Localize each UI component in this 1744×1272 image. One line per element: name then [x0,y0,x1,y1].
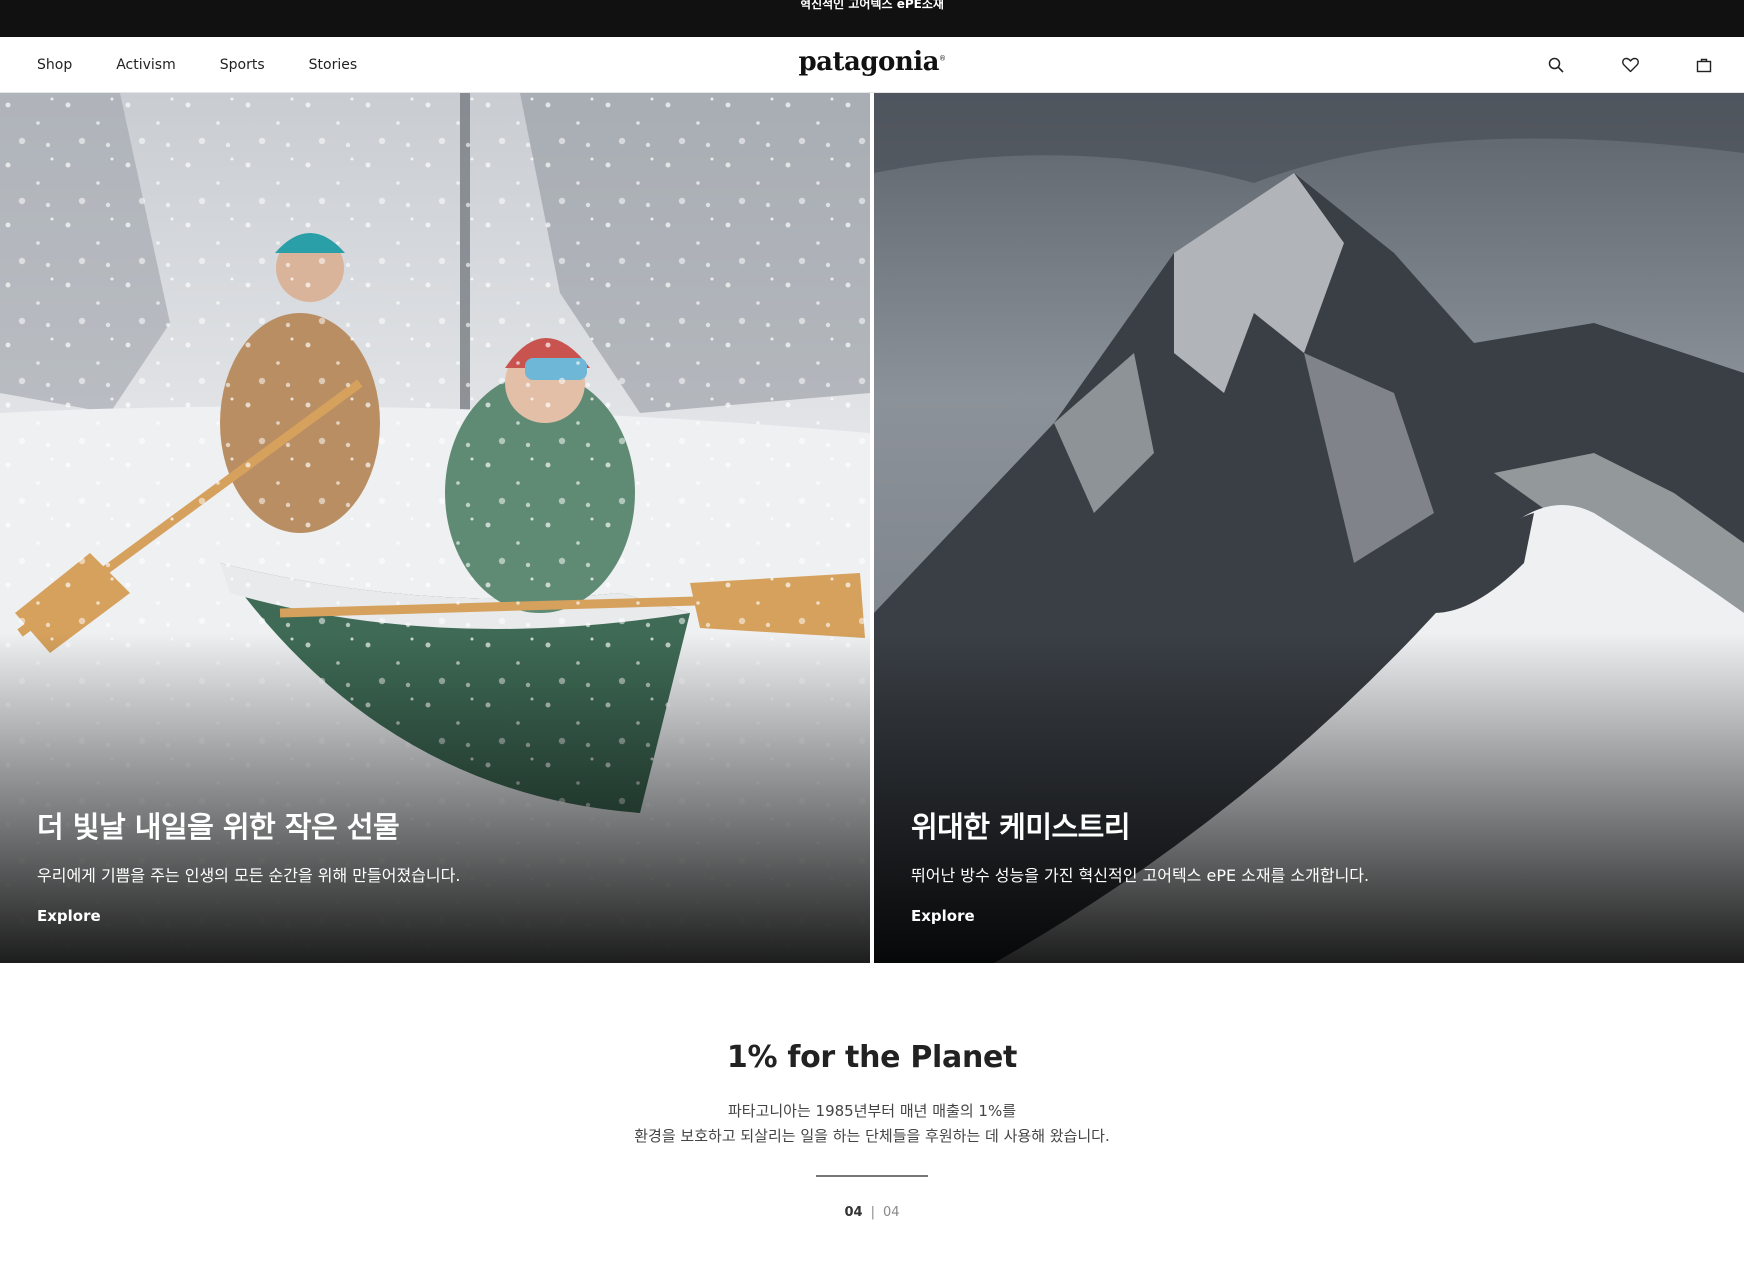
pager-separator: | [870,1205,875,1220]
logo-text: patagonia [798,47,940,77]
slide-pager: 04 | 04 [0,1205,1744,1220]
promo-text[interactable]: 혁신적인 고어텍스 ePE소재 [800,0,944,10]
hero-card-chemistry[interactable]: 위대한 케미스트리 뛰어난 방수 성능을 가진 혁신적인 고어텍스 ePE 소재… [874,93,1744,963]
hero-chemistry-text: 위대한 케미스트리 뛰어난 방수 성능을 가진 혁신적인 고어텍스 ePE 소재… [911,804,1369,925]
planet-body: 파타고니아는 1985년부터 매년 매출의 1%를 환경을 보호하고 되살리는 … [0,1099,1744,1149]
pager-current: 04 [844,1205,863,1220]
slide-progress-fill [816,1175,928,1177]
nav-item-activism[interactable]: Activism [116,57,176,73]
hero-gift-explore-link[interactable]: Explore [37,907,101,925]
heart-icon[interactable] [1620,55,1640,75]
search-icon[interactable] [1546,55,1566,75]
hero-section: 더 빛날 내일을 위한 작은 선물 우리에게 기쁨을 주는 인생의 모든 순간을… [0,93,1744,963]
hero-gift-text: 더 빛날 내일을 위한 작은 선물 우리에게 기쁨을 주는 인생의 모든 순간을… [37,804,460,925]
logo-mark: ® [939,54,946,63]
header-actions [1492,37,1714,93]
planet-section: 1% for the Planet 파타고니아는 1985년부터 매년 매출의 … [0,1040,1744,1220]
planet-line-2: 환경을 보호하고 되살리는 일을 하는 단체들을 후원하는 데 사용해 왔습니다… [634,1127,1110,1145]
hero-chemistry-title: 위대한 케미스트리 [911,810,1131,844]
hero-gift-title: 더 빛날 내일을 위한 작은 선물 [37,810,400,844]
nav-item-sports[interactable]: Sports [220,57,265,73]
promo-bar[interactable]: 혁신적인 고어텍스 ePE소재 [0,0,1744,37]
nav-item-shop[interactable]: Shop [37,57,72,73]
hero-chemistry-explore-link[interactable]: Explore [911,907,975,925]
main-nav: Shop Activism Sports Stories [37,37,401,93]
bag-icon[interactable] [1694,55,1714,75]
planet-title: 1% for the Planet [726,1040,1018,1075]
hero-chemistry-desc: 뛰어난 방수 성능을 가진 혁신적인 고어텍스 ePE 소재를 소개합니다. [911,866,1370,885]
planet-line-1: 파타고니아는 1985년부터 매년 매출의 1%를 [727,1102,1017,1120]
site-header: Shop Activism Sports Stories patagonia® [0,37,1744,93]
brand-logo[interactable]: patagonia® [798,47,945,77]
slide-progress-bar [816,1175,928,1177]
nav-item-stories[interactable]: Stories [309,57,358,73]
hero-gift-desc: 우리에게 기쁨을 주는 인생의 모든 순간을 위해 만들어졌습니다. [37,866,461,885]
pager-total: 04 [882,1205,900,1220]
hero-card-gift[interactable]: 더 빛날 내일을 위한 작은 선물 우리에게 기쁨을 주는 인생의 모든 순간을… [0,93,870,963]
